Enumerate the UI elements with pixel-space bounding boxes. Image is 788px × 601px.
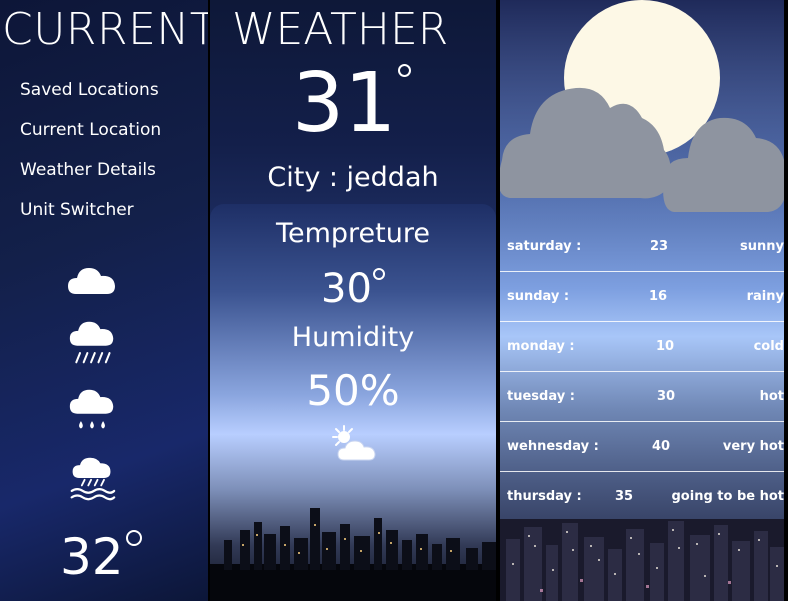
city-night-image: [500, 519, 784, 601]
hail-cloud-icon: [70, 457, 116, 501]
rain-cloud-icon: [69, 321, 114, 364]
forecast-condition: very hot: [722, 439, 784, 454]
weather-details-card: Tempreture 30 Humidity 50%: [210, 204, 496, 601]
page-title-weather: WEATHER: [232, 4, 449, 55]
forecast-row: sunday : 16 rainy: [500, 272, 784, 322]
nav-weather-details[interactable]: Weather Details: [20, 160, 161, 180]
cloud-icon: [68, 268, 115, 294]
nav-unit-switcher[interactable]: Unit Switcher: [20, 200, 161, 220]
forecast-row: monday : 10 cold: [500, 322, 784, 372]
temperature-number: 30: [321, 266, 372, 312]
sidebar-nav: Saved Locations Current Location Weather…: [20, 80, 161, 240]
forecast-day: saturday :: [507, 239, 582, 254]
forecast-value: 35: [615, 489, 634, 504]
degree-symbol: [398, 64, 412, 77]
forecast-row: tuesday : 30 hot: [500, 372, 784, 422]
forecast-day: sunday :: [507, 289, 570, 304]
forecast-value: 10: [656, 339, 675, 354]
moon-and-clouds-illustration: [500, 0, 784, 230]
humidity-label: Humidity: [291, 322, 415, 353]
page-title-current: CURRENT: [2, 4, 218, 55]
left-temperature-value: 32: [60, 528, 124, 586]
forecast-day: thursday :: [507, 489, 582, 504]
current-temperature-value: 31: [292, 56, 397, 151]
left-temperature: 32: [60, 528, 142, 586]
forecast-row: wehnesday : 40 very hot: [500, 422, 784, 472]
forecast-condition: cold: [753, 339, 784, 354]
city-name: City : jeddah: [267, 162, 439, 193]
forecast-list: saturday : 23 sunny sunday : 16 rainy mo…: [500, 222, 784, 522]
temperature-label: Tempreture: [276, 218, 430, 249]
forecast-value: 30: [657, 389, 676, 404]
temperature-value: 30: [210, 266, 496, 312]
forecast-row: saturday : 23 sunny: [500, 222, 784, 272]
forecast-value: 23: [650, 239, 669, 254]
nav-saved-locations[interactable]: Saved Locations: [20, 80, 161, 100]
left-panel: CURRENT Saved Locations Current Location…: [0, 0, 217, 601]
center-panel: WEATHER 31 City : jeddah Tempreture 30 H…: [210, 0, 496, 601]
degree-symbol: [125, 530, 142, 546]
forecast-condition: rainy: [746, 289, 784, 304]
forecast-value: 40: [652, 439, 671, 454]
forecast-day: wehnesday :: [507, 439, 599, 454]
forecast-condition: sunny: [740, 239, 784, 254]
forecast-condition: going to be hot: [671, 489, 785, 504]
sun-behind-cloud-icon: [332, 425, 376, 461]
forecast-row: thursday : 35 going to be hot: [500, 472, 784, 522]
forecast-value: 16: [649, 289, 668, 304]
degree-symbol: [372, 268, 385, 280]
forecast-day: monday :: [507, 339, 575, 354]
city-skyline-image: [210, 508, 496, 601]
humidity-value: 50%: [306, 366, 400, 415]
nav-current-location[interactable]: Current Location: [20, 120, 161, 140]
drizzle-cloud-icon: [69, 389, 114, 429]
current-temperature: 31: [292, 56, 412, 151]
forecast-condition: hot: [759, 389, 784, 404]
forecast-day: tuesday :: [507, 389, 575, 404]
right-panel: saturday : 23 sunny sunday : 16 rainy mo…: [500, 0, 784, 601]
